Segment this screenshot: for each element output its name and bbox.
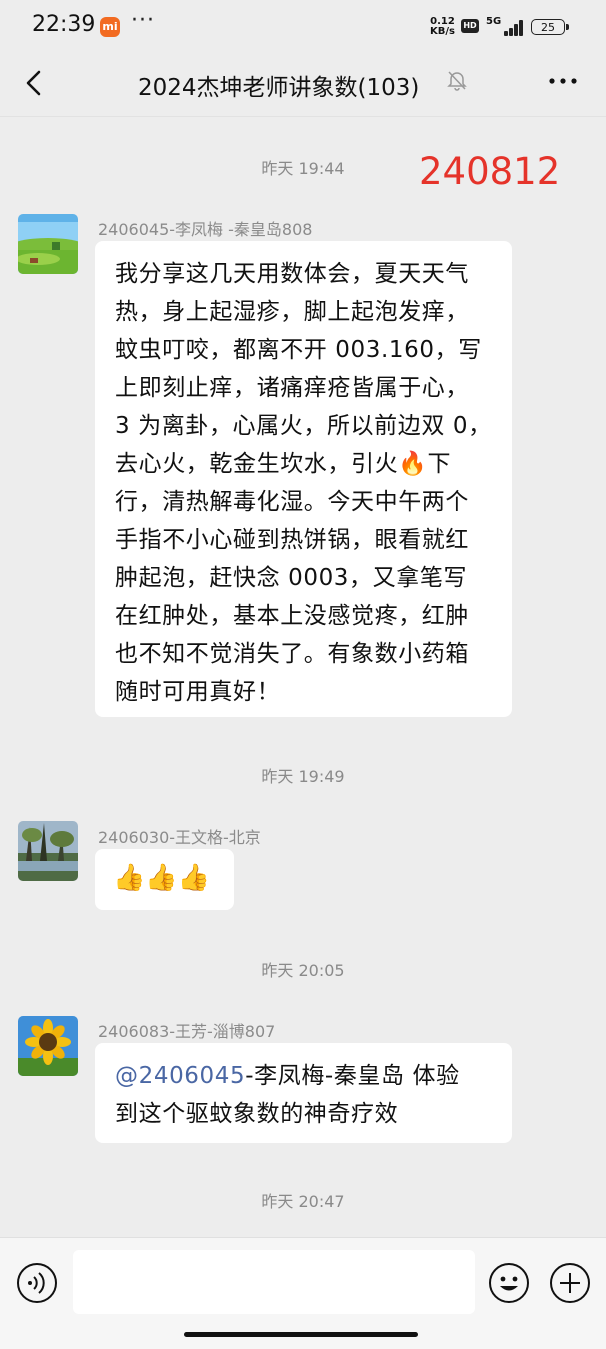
chat-title: 2024杰坤老师讲象数(103) — [138, 75, 420, 101]
message-line: 蚊虫叮咬，都离不开 003.160，写 — [115, 337, 482, 363]
status-more-icon: ··· — [131, 8, 155, 33]
sunflower-avatar-icon — [18, 1016, 78, 1076]
voice-icon[interactable] — [16, 1262, 58, 1304]
status-time: 22:39 — [32, 12, 96, 37]
chat-header: 2024杰坤老师讲象数(103) — [0, 56, 606, 112]
bell-off-icon — [447, 71, 467, 91]
message-line: 上即刻止痒，诸痛痒疮皆属于心， — [115, 375, 469, 401]
avatar[interactable] — [18, 1016, 78, 1076]
message-timestamp: 昨天 19:49 — [261, 767, 345, 786]
message-input[interactable] — [73, 1250, 475, 1314]
status-bar: 22:39 mi ··· 0.12 KB/s HD 5G 25 — [0, 0, 606, 56]
message-line: 随时可用真好！ — [115, 679, 281, 705]
message-timestamp: 昨天 20:05 — [261, 961, 345, 980]
more-dots-icon[interactable] — [546, 68, 580, 94]
avatar[interactable] — [18, 821, 78, 881]
landscape-cow-avatar-icon — [18, 214, 78, 274]
chevron-left-icon[interactable] — [20, 68, 50, 98]
message-line: 我分享这几天用数体会，夏天天气 — [115, 261, 469, 287]
message-line: 去心火，乾金生坎水，引火🔥下 — [115, 451, 452, 477]
message-line: 手指不小心碰到热饼锅，眼看就红 — [115, 527, 469, 553]
message-timestamp: 昨天 19:44 — [261, 159, 345, 178]
message-bubble[interactable]: 👍👍👍 — [95, 849, 234, 910]
message-bubble[interactable]: 我分享这几天用数体会，夏天天气 热，身上起湿疹，脚上起泡发痒， 蚊虫叮咬，都离不… — [95, 241, 512, 717]
message-line: 肿起泡，赶快念 0003，又拿笔写 — [115, 565, 468, 591]
message-line: 3 为离卦，心属火，所以前边双 0， — [115, 413, 492, 439]
lake-trees-avatar-icon — [18, 821, 78, 881]
message-timestamp: 昨天 20:47 — [261, 1192, 345, 1211]
message-line: @2406045-李凤梅-秦皇岛 体验 — [115, 1057, 494, 1095]
plus-icon[interactable] — [549, 1262, 591, 1304]
message-line: 到这个驱蚊象数的神奇疗效 — [115, 1101, 399, 1127]
message-line: 行，清热解毒化湿。今天中午两个 — [115, 489, 469, 515]
input-bar — [0, 1237, 606, 1349]
message-line: 也不知不觉消失了。有象数小药箱 — [115, 641, 469, 667]
home-indicator[interactable] — [184, 1332, 418, 1337]
smiley-icon[interactable] — [488, 1262, 530, 1304]
header-divider — [0, 116, 606, 117]
message-text: 我分享这几天用数体会，夏天天气 热，身上起湿疹，脚上起泡发痒， 蚊虫叮咬，都离不… — [95, 241, 512, 723]
avatar[interactable] — [18, 214, 78, 274]
battery-icon: 25 — [531, 19, 569, 35]
network-speed-unit: KB/s — [430, 26, 455, 37]
message-line-rest: -李凤梅-秦皇岛 体验 — [245, 1063, 460, 1089]
signal-icon — [498, 18, 524, 36]
sender-name: 2406045-李凤梅 -秦皇岛808 — [98, 220, 313, 239]
message-text: @2406045-李凤梅-秦皇岛 体验 到这个驱蚊象数的神奇疗效 — [95, 1043, 512, 1145]
sender-name: 2406030-王文格-北京 — [98, 828, 261, 847]
mi-app-icon: mi — [100, 17, 120, 37]
thumbs-up-emoji: 👍👍👍 — [113, 863, 211, 893]
message-bubble[interactable]: @2406045-李凤梅-秦皇岛 体验 到这个驱蚊象数的神奇疗效 — [95, 1043, 512, 1143]
message-line: 热，身上起湿疹，脚上起泡发痒， — [115, 299, 469, 325]
message-line: 在红肿处，基本上没感觉疼，红肿 — [115, 603, 469, 629]
mention-link[interactable]: @2406045 — [115, 1063, 245, 1089]
network-speed: 0.12 KB/s — [430, 17, 455, 37]
hd-icon: HD — [461, 19, 479, 33]
sender-name: 2406083-王芳-淄博807 — [98, 1022, 276, 1041]
